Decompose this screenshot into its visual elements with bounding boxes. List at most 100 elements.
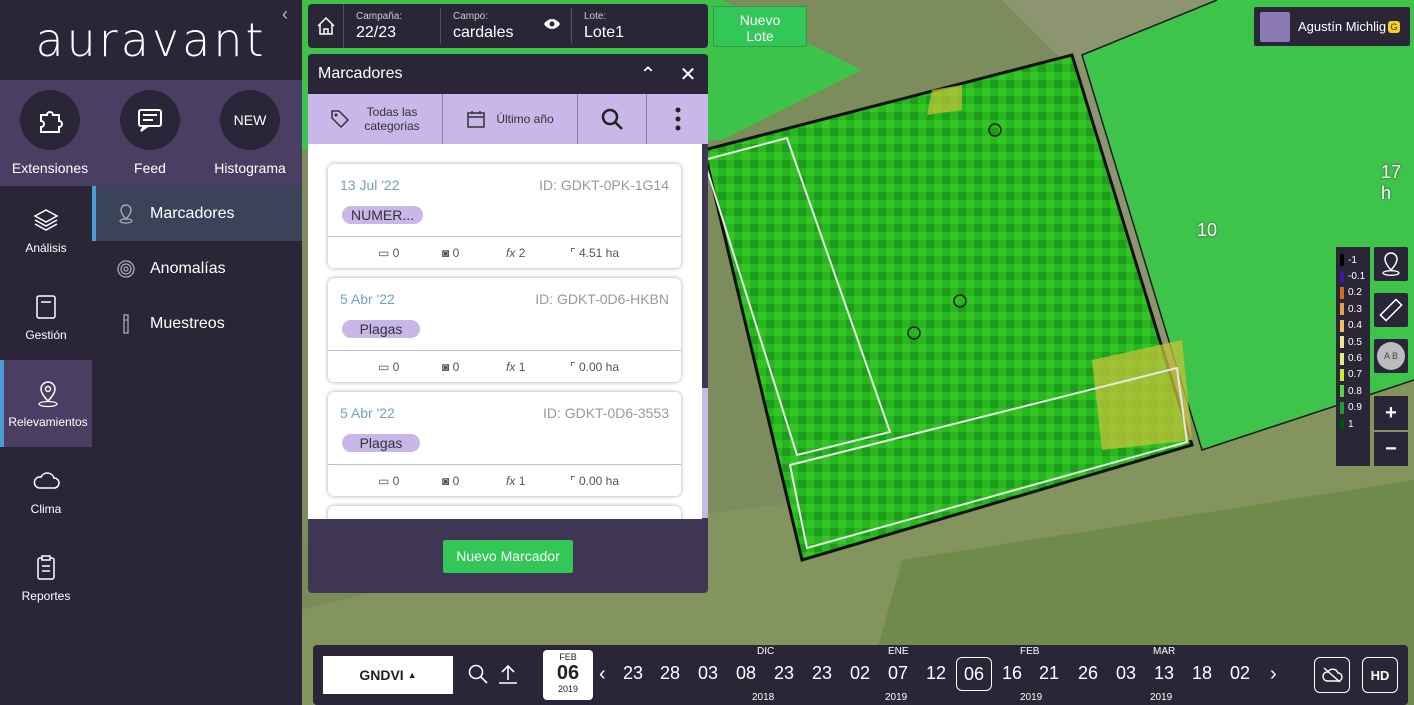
marker-id: ID: GDKT-0PK-1G14 [539, 177, 669, 193]
nav-relevamientos[interactable]: Relevamientos [0, 360, 92, 447]
timeline-date[interactable]: 03 [690, 663, 726, 684]
collapse-sidebar-icon[interactable]: ‹ [282, 4, 288, 25]
app-histograma[interactable]: NEW Histograma [200, 80, 300, 186]
zoom-out-button[interactable]: − [1374, 432, 1408, 466]
index-selector[interactable]: GNDVI ▲ [323, 656, 453, 694]
nav-analisis[interactable]: Análisis [0, 186, 92, 273]
locate-button[interactable] [1374, 247, 1408, 281]
filter-period[interactable]: Último año [443, 94, 578, 144]
timeline-date[interactable]: 02 [1222, 663, 1258, 684]
search-button[interactable] [578, 94, 647, 144]
marker-id: ID: GDKT-0D6-3553 [542, 405, 669, 421]
list-scrollbar[interactable] [702, 144, 708, 519]
layers-icon [33, 205, 59, 235]
nav-clima[interactable]: Clima [0, 447, 92, 534]
marker-tag: Plagas [342, 320, 420, 338]
app-extensiones[interactable]: Extensiones [0, 80, 100, 186]
home-icon [316, 16, 335, 35]
subnav-anomalias[interactable]: Anomalías [92, 241, 302, 296]
selected-date-calendar[interactable]: FEB 06 2019 [543, 650, 593, 700]
nuevo-marcador-button[interactable]: Nuevo Marcador [443, 539, 573, 573]
nuevo-lote-button[interactable]: Nuevo Lote [713, 6, 807, 47]
legend-label: 0.5 [1348, 336, 1362, 348]
comment-icon: ▭ [378, 473, 393, 488]
area-value: 0.00 ha [578, 359, 620, 374]
timeline-date[interactable]: 23 [615, 663, 651, 684]
comments-count: ▭ 0 [378, 246, 442, 260]
area-icon: ⌜ [570, 359, 579, 374]
upload-button[interactable] [497, 663, 519, 690]
clipboard-icon [35, 292, 57, 322]
markers-list[interactable]: 13 Jul '22 ID: GDKT-0PK-1G14 NUMER... ▭ … [308, 144, 708, 519]
month-label: MAR [1153, 646, 1176, 657]
nav-gestion[interactable]: Gestión [0, 273, 92, 360]
timeline-date[interactable]: 08 [728, 663, 764, 684]
ruler-icon [1379, 298, 1403, 322]
kebab-menu-icon [675, 107, 680, 131]
user-menu[interactable]: Agustín Michlig G [1254, 7, 1410, 46]
photos-count: ◙ 0 [442, 360, 506, 374]
calendar-icon [467, 111, 486, 128]
app-feed[interactable]: Feed [100, 80, 200, 186]
app-logo: auravant [0, 0, 302, 80]
report-icon [35, 553, 57, 583]
marker-tag: Plagas [342, 434, 420, 452]
nav-reportes[interactable]: Reportes [0, 534, 92, 621]
marker-meta: ▭ 0 ◙ 0 fx 2 ⌜ 4.51 ha [328, 236, 681, 268]
hd-button[interactable]: HD [1362, 657, 1398, 693]
close-icon[interactable]: ✕ [668, 62, 708, 87]
timeline-date[interactable]: 18 [1184, 663, 1220, 684]
subnav-muestreos[interactable]: Muestreos [92, 296, 302, 351]
timeline-date[interactable]: 13 [1146, 663, 1182, 684]
scrollbar-thumb[interactable] [702, 388, 708, 518]
filter-categories[interactable]: Todas las categorias [308, 94, 443, 144]
campo-selector[interactable]: Campo: cardales [441, 8, 572, 44]
more-options-button[interactable] [647, 94, 708, 144]
legend-label: 0.8 [1348, 385, 1362, 397]
tag-icon [331, 110, 350, 129]
area-icon: ⌜ [570, 245, 579, 260]
filter-categories-label: Todas las categorias [364, 105, 420, 133]
measure-button[interactable] [1374, 293, 1408, 327]
timeline-date[interactable]: 23 [766, 663, 802, 684]
fx-count: fx 1 [506, 360, 570, 374]
timeline-date[interactable]: 07 [880, 663, 916, 684]
puzzle-icon [20, 90, 80, 150]
timeline-date[interactable]: 12 [918, 663, 954, 684]
legend-row: 0.7 [1336, 367, 1370, 383]
ab-compare-icon: A B [1377, 342, 1405, 370]
marker-date: 13 Jul '22 [340, 177, 400, 193]
timeline-date[interactable]: 28 [652, 663, 688, 684]
timeline-date[interactable]: 16 [994, 663, 1030, 684]
fx-icon: fx [506, 473, 516, 488]
timeline-date[interactable]: 21 [1031, 663, 1067, 684]
area-icon: ⌜ [570, 473, 579, 488]
eye-icon[interactable] [543, 17, 561, 36]
lote-value: Lote1 [584, 23, 625, 41]
zoom-in-button[interactable]: + [1374, 396, 1408, 430]
timeline-date[interactable]: 02 [842, 663, 878, 684]
collapse-up-icon[interactable]: ⌃ [628, 62, 668, 87]
search-date-button[interactable] [467, 663, 489, 690]
ndvi-legend: -1 -0.1 0.2 0.3 0.4 0.5 0.6 0.7 0.8 0.9 … [1336, 247, 1370, 466]
timeline-date[interactable]: 23 [804, 663, 840, 684]
cloud-filter-button[interactable] [1314, 657, 1350, 693]
marker-card-partial[interactable] [328, 506, 681, 519]
lote-selector[interactable]: Lote: Lote1 [572, 8, 692, 44]
marker-card[interactable]: 5 Abr '22 ID: GDKT-0D6-3553 Plagas ▭ 0 ◙… [328, 392, 681, 496]
subnav-marcadores[interactable]: Marcadores [92, 186, 302, 241]
timeline-prev-icon[interactable]: ‹ [599, 663, 606, 686]
home-button[interactable] [308, 4, 344, 48]
marker-card[interactable]: 5 Abr '22 ID: GDKT-0D6-HKBN Plagas ▭ 0 ◙… [328, 278, 681, 382]
compare-ab-button[interactable]: A B [1374, 339, 1408, 373]
timeline-date[interactable]: 26 [1070, 663, 1106, 684]
timeline-date-selected[interactable]: 06 [956, 657, 992, 691]
avatar [1260, 11, 1290, 42]
legend-swatch [1340, 319, 1344, 332]
timeline-next-icon[interactable]: › [1270, 663, 1277, 686]
marker-card[interactable]: 13 Jul '22 ID: GDKT-0PK-1G14 NUMER... ▭ … [328, 164, 681, 268]
legend-row: -1 [1336, 252, 1370, 268]
cal-month: FEB [559, 652, 577, 662]
campania-selector[interactable]: Campaña: 22/23 [344, 8, 441, 44]
timeline-date[interactable]: 03 [1108, 663, 1144, 684]
